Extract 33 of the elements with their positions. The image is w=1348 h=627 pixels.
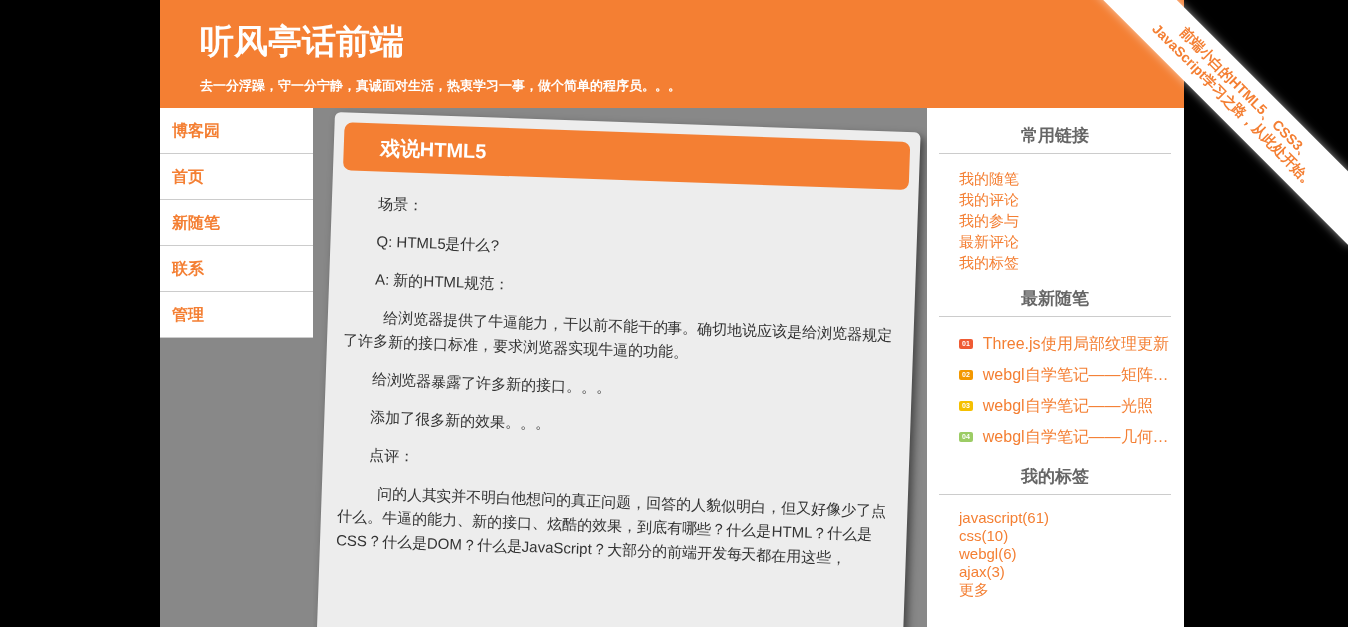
blog-title: 听风亭话前端 [200,21,404,62]
tag-link[interactable]: 更多 [959,581,989,599]
section-heading: 常用链接 [939,126,1171,154]
nav-link[interactable]: 新随笔 [160,200,313,246]
sidebar-link[interactable]: 我的随笔 [959,168,1019,189]
article-paragraph: Q: HTML5是什么? [375,231,501,256]
sidebar-link[interactable]: 最新评论 [959,231,1019,252]
article-paragraph: A: 新的HTML规范： [373,269,511,295]
post-link[interactable]: webgl自学笔记——光照 [982,393,1153,418]
post-link[interactable]: webgl自学笔记——几何… [982,424,1169,449]
blog-subtitle: 去一分浮躁，守一分宁静，真诚面对生活，热衷学习一事，做个简单的程序员。。。 [200,77,681,95]
sidebar-link[interactable]: 我的参与 [959,210,1019,231]
article-paragraph: 问的人其实并不明白他想问的真正问题，回答的人貌似明白，但又好像少了点什么。牛逼的能力、新的接口、炫酷的效果，到底有哪些？什么是HTML？什么是CSS？什么是DOM？什么是JavaScript？大部分的前端开发每天都在用这些， [335,483,888,569]
tag-link[interactable]: javascript(61) [959,509,1050,527]
tag-link[interactable]: ajax(3) [959,563,1005,581]
nav-link[interactable]: 管理 [160,292,313,338]
post-link[interactable]: Three.js使用局部纹理更新 [982,331,1169,356]
tag-link[interactable]: css(10) [959,527,1009,545]
section-heading: 最新随笔 [939,289,1171,317]
nav-link[interactable]: 首页 [160,154,313,200]
article-paragraph: 场景： [376,193,425,216]
nav-link[interactable]: 博客园 [160,108,313,154]
tag-link[interactable]: webgl(6) [959,545,1017,563]
article-paragraph: 给浏览器暴露了许多新的接口。。。 [370,369,613,398]
post-link[interactable]: webgl自学笔记——矩阵… [982,362,1169,387]
article-title: 戏说HTML5 [342,122,911,191]
section-heading: 我的标签 [939,467,1171,495]
article-paragraph: 给浏览器提供了牛逼能力，干以前不能干的事。确切地说应该是给浏览器规定了许多新的接口标准，要求浏览器实现牛逼的功能。 [342,307,894,363]
article-paragraph: 添加了很多新的效果。。。 [369,407,552,434]
article-paragraph: 点评： [367,445,416,467]
sidebar-link[interactable]: 我的评论 [959,189,1019,210]
nav-link[interactable]: 联系 [160,246,313,292]
sidebar-link[interactable]: 我的标签 [959,252,1019,273]
